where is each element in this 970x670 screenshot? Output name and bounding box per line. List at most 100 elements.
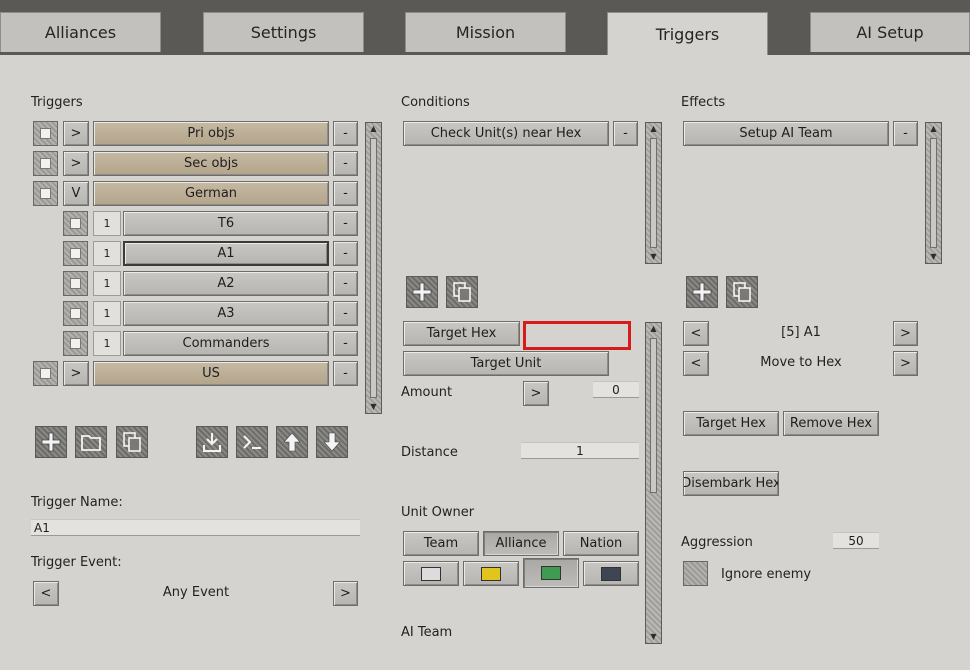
trigger-remove-button[interactable]: - <box>333 211 358 236</box>
target-hex-button[interactable]: Target Hex <box>403 321 520 346</box>
effect-remove-button[interactable]: - <box>893 121 918 146</box>
trigger-checkbox[interactable] <box>33 151 58 176</box>
team-prev-button[interactable]: < <box>683 321 709 346</box>
trigger-item[interactable]: Pri objs <box>93 121 329 146</box>
copy-effect-button[interactable] <box>726 276 758 308</box>
triggers-title: Triggers <box>31 95 83 110</box>
target-unit-button[interactable]: Target Unit <box>403 351 609 376</box>
trigger-name-input[interactable]: A1 <box>31 519 360 536</box>
trigger-checkbox[interactable] <box>63 331 88 356</box>
amount-input[interactable]: 0 <box>593 381 639 398</box>
trigger-checkbox[interactable] <box>33 121 58 146</box>
owner-nation-button[interactable]: Nation <box>563 531 639 556</box>
trigger-remove-button[interactable]: - <box>333 241 358 266</box>
scroll-down-icon[interactable]: ▼ <box>648 632 659 642</box>
conditions-scrollbar[interactable]: ▲ ▼ <box>645 122 662 264</box>
owner-alliance-button[interactable]: Alliance <box>483 531 559 556</box>
add-condition-button[interactable] <box>406 276 438 308</box>
color-dark-button[interactable] <box>583 561 639 586</box>
arrow-up-icon <box>283 432 301 452</box>
trigger-item[interactable]: German <box>93 181 329 206</box>
distance-input[interactable]: 1 <box>521 442 639 459</box>
owner-team-button[interactable]: Team <box>403 531 479 556</box>
trigger-expand-button[interactable]: > <box>63 151 89 176</box>
trigger-item[interactable]: US <box>93 361 329 386</box>
disembark-hex-button[interactable]: Disembark Hex <box>683 471 779 496</box>
trigger-checkbox[interactable] <box>63 271 88 296</box>
triggers-scrollbar[interactable]: ▲ ▼ <box>365 122 382 414</box>
trigger-item[interactable]: Commanders <box>123 331 329 356</box>
tab-settings[interactable]: Settings <box>203 12 364 52</box>
copy-icon <box>123 432 141 452</box>
trigger-item[interactable]: T6 <box>123 211 329 236</box>
scroll-down-icon[interactable]: ▼ <box>368 402 379 412</box>
import-button[interactable] <box>196 426 228 458</box>
add-effect-button[interactable] <box>686 276 718 308</box>
scroll-up-icon[interactable]: ▲ <box>928 124 939 134</box>
scroll-thumb[interactable] <box>370 138 377 398</box>
ignore-enemy-label: Ignore enemy <box>721 567 812 582</box>
trigger-checkbox[interactable] <box>63 241 88 266</box>
action-next-button[interactable]: > <box>893 351 918 376</box>
copy-icon <box>453 282 471 302</box>
move-up-button[interactable] <box>276 426 308 458</box>
amount-next-button[interactable]: > <box>523 381 549 406</box>
color-white-button[interactable] <box>403 561 459 586</box>
tab-triggers[interactable]: Triggers <box>607 12 768 56</box>
scroll-thumb[interactable] <box>930 138 937 248</box>
effects-scrollbar[interactable]: ▲ ▼ <box>925 122 942 264</box>
ignore-enemy-checkbox[interactable] <box>683 561 708 586</box>
remove-hex-button[interactable]: Remove Hex <box>783 411 879 436</box>
trigger-checkbox[interactable] <box>63 301 88 326</box>
trigger-checkbox[interactable] <box>33 361 58 386</box>
trigger-collapse-button[interactable]: V <box>63 181 89 206</box>
move-down-button[interactable] <box>316 426 348 458</box>
event-prev-button[interactable]: < <box>33 581 59 606</box>
trigger-expand-button[interactable]: > <box>63 361 89 386</box>
effect-item[interactable]: Setup AI Team <box>683 121 889 146</box>
aggression-input[interactable]: 50 <box>833 532 879 549</box>
condition-settings-scrollbar[interactable]: ▲ ▼ <box>645 322 662 644</box>
scroll-down-icon[interactable]: ▼ <box>648 252 659 262</box>
tab-mission[interactable]: Mission <box>405 12 566 52</box>
trigger-remove-button[interactable]: - <box>333 331 358 356</box>
action-prev-button[interactable]: < <box>683 351 709 376</box>
color-yellow-button[interactable] <box>463 561 519 586</box>
copy-condition-button[interactable] <box>446 276 478 308</box>
team-next-button[interactable]: > <box>893 321 918 346</box>
trigger-item[interactable]: Sec objs <box>93 151 329 176</box>
trigger-remove-button[interactable]: - <box>333 181 358 206</box>
scroll-thumb[interactable] <box>650 138 657 248</box>
copy-trigger-button[interactable] <box>116 426 148 458</box>
scroll-up-icon[interactable]: ▲ <box>368 124 379 134</box>
event-next-button[interactable]: > <box>333 581 358 606</box>
trigger-remove-button[interactable]: - <box>333 361 358 386</box>
scroll-up-icon[interactable]: ▲ <box>648 124 659 134</box>
effect-target-hex-button[interactable]: Target Hex <box>683 411 779 436</box>
condition-remove-button[interactable]: - <box>613 121 638 146</box>
add-trigger-button[interactable] <box>35 426 67 458</box>
trigger-item[interactable]: A3 <box>123 301 329 326</box>
trigger-expand-button[interactable]: > <box>63 121 89 146</box>
console-icon <box>243 435 261 449</box>
color-swatch <box>541 566 561 580</box>
trigger-remove-button[interactable]: - <box>333 151 358 176</box>
aggression-label: Aggression <box>681 535 753 550</box>
trigger-remove-button[interactable]: - <box>333 121 358 146</box>
scroll-down-icon[interactable]: ▼ <box>928 252 939 262</box>
add-folder-button[interactable] <box>75 426 107 458</box>
console-button[interactable] <box>236 426 268 458</box>
trigger-checkbox[interactable] <box>63 211 88 236</box>
action-value: Move to Hex <box>760 355 842 370</box>
scroll-thumb[interactable] <box>650 338 657 493</box>
trigger-checkbox[interactable] <box>33 181 58 206</box>
scroll-up-icon[interactable]: ▲ <box>648 324 659 334</box>
trigger-remove-button[interactable]: - <box>333 271 358 296</box>
trigger-item[interactable]: A2 <box>123 271 329 296</box>
condition-item[interactable]: Check Unit(s) near Hex <box>403 121 609 146</box>
trigger-remove-button[interactable]: - <box>333 301 358 326</box>
color-green-button[interactable] <box>523 558 579 588</box>
trigger-item-selected[interactable]: A1 <box>123 241 329 266</box>
tab-ai-setup[interactable]: AI Setup <box>810 12 970 52</box>
tab-alliances[interactable]: Alliances <box>0 12 161 52</box>
